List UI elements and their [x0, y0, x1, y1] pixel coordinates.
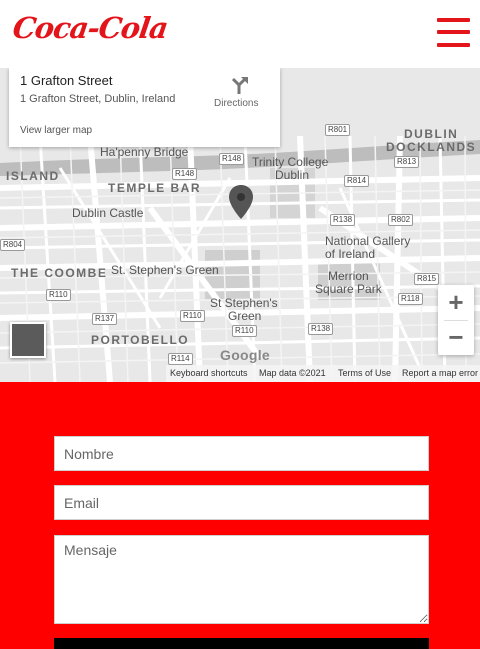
email-field[interactable] [54, 485, 429, 520]
contact-form [0, 382, 480, 649]
submit-button[interactable] [54, 638, 429, 649]
place-title: 1 Grafton Street [20, 73, 113, 88]
map-place-label: Dublin [275, 168, 310, 182]
map-place-label: Merrion [328, 269, 369, 283]
map-attribution-bar: Keyboard shortcuts Map data ©2021 Terms … [166, 365, 480, 382]
road-badge: R110 [46, 289, 71, 301]
name-field[interactable] [54, 436, 429, 471]
directions-button[interactable]: Directions [214, 98, 258, 109]
road-badge: R814 [344, 175, 370, 187]
view-larger-map-link[interactable]: View larger map [20, 125, 92, 136]
message-field[interactable] [54, 535, 429, 624]
road-badge: R148 [219, 153, 245, 165]
terms-of-use-link[interactable]: Terms of Use [338, 368, 391, 378]
location-pin-icon[interactable] [229, 185, 253, 219]
menu-line [437, 43, 470, 47]
road-badge: R138 [308, 323, 334, 335]
directions-arrow-icon[interactable] [230, 75, 250, 95]
place-address: 1 Grafton Street, Dublin, Ireland [20, 93, 176, 105]
map-place-label: DOCKLANDS [386, 140, 477, 154]
map-place-label: Trinity College [252, 155, 329, 169]
road-badge: R801 [325, 124, 351, 136]
site-header: Coca-Cola [0, 0, 480, 68]
hamburger-menu-icon[interactable] [437, 18, 470, 47]
map-place-label: Ha'penny Bridge [100, 145, 189, 159]
zoom-controls: + − [438, 285, 474, 355]
menu-line [437, 30, 470, 34]
map-data-text: Map data ©2021 [259, 368, 326, 378]
satellite-toggle-button[interactable] [10, 322, 46, 358]
map-place-label: National Gallery [325, 234, 411, 248]
map-place-label: St. Stephen's Green [111, 263, 219, 277]
zoom-in-button[interactable]: + [438, 285, 474, 320]
road-badge: R110 [180, 310, 205, 322]
google-logo: Google [220, 347, 271, 363]
report-map-error-link[interactable]: Report a map error [402, 368, 478, 378]
zoom-out-button[interactable]: − [438, 320, 474, 355]
map-info-card: 1 Grafton Street 1 Grafton Street, Dubli… [9, 68, 280, 147]
road-badge: R138 [330, 214, 356, 226]
menu-line [437, 18, 470, 22]
road-badge: R148 [172, 168, 198, 180]
map-place-label: PORTOBELLO [91, 333, 190, 347]
map-place-label: of Ireland [325, 247, 376, 261]
google-map[interactable]: Ha'penny Bridge Trinity College Dublin T… [0, 68, 480, 382]
coca-cola-logo[interactable]: Coca-Cola [11, 11, 170, 45]
road-badge: R118 [398, 293, 423, 305]
road-badge: R110 [232, 325, 257, 337]
road-badge: R815 [414, 273, 440, 285]
road-badge: R137 [92, 313, 118, 325]
map-place-label: ISLAND [6, 169, 60, 183]
road-badge: R804 [0, 239, 26, 251]
map-place-label: DUBLIN [404, 127, 459, 141]
road-badge: R114 [168, 353, 193, 365]
map-place-label: THE COOMBE [11, 266, 108, 280]
map-place-label: TEMPLE BAR [108, 181, 201, 195]
map-place-label: Square Park [315, 282, 382, 296]
road-badge: R813 [394, 156, 420, 168]
map-place-label: St Stephen's [210, 296, 278, 310]
road-badge: R802 [388, 214, 414, 226]
map-place-label: Dublin Castle [72, 206, 144, 220]
map-place-label: Green [228, 309, 262, 323]
keyboard-shortcuts-link[interactable]: Keyboard shortcuts [170, 368, 248, 378]
